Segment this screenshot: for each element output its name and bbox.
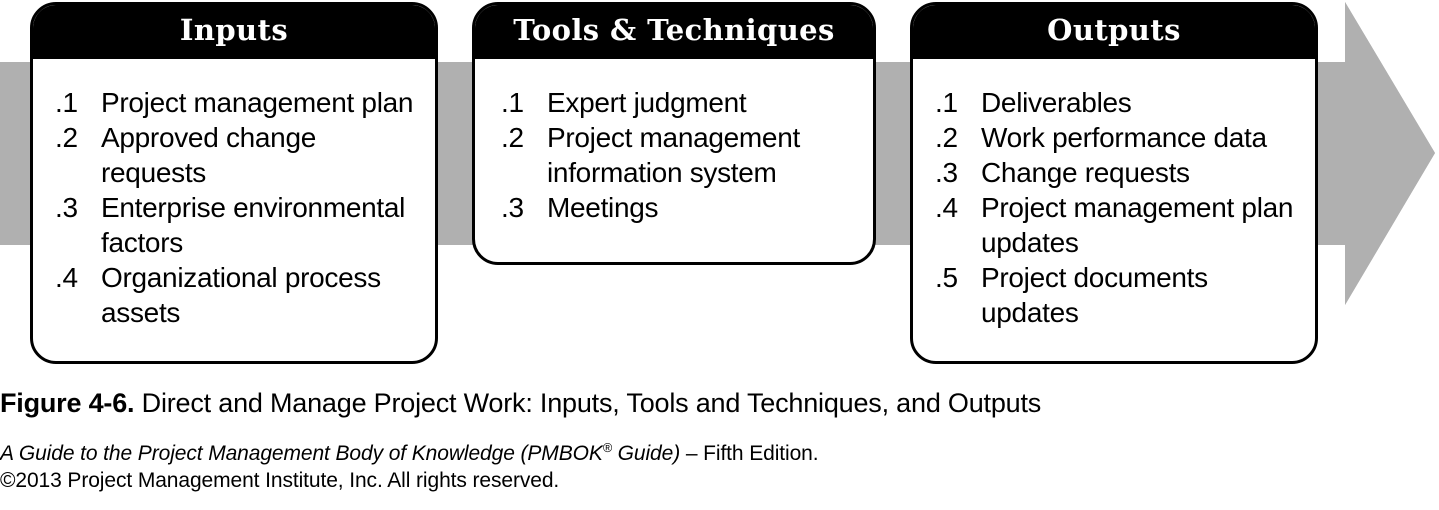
source-edition: – Fifth Edition.: [680, 442, 819, 465]
item-number: .3: [935, 157, 958, 188]
item-label: Work performance data: [981, 122, 1267, 153]
item-label: Project management plan updates: [981, 192, 1294, 258]
list-item: .3 Change requests: [935, 155, 1305, 190]
box-body-tools-and-techniques: .1 Expert judgment .2 Project management…: [475, 59, 873, 235]
item-label: Meetings: [547, 192, 659, 223]
arrow-head: [1345, 2, 1435, 305]
item-label: Expert judgment: [547, 87, 747, 118]
list-item: .2 Approved change requests: [55, 120, 425, 190]
box-body-inputs: .1 Project management plan .2 Approved c…: [33, 59, 435, 340]
item-number: .4: [935, 192, 958, 223]
list-item: .1 Expert judgment: [501, 85, 863, 120]
item-label: Deliverables: [981, 87, 1132, 118]
registered-trademark-icon: ®: [602, 441, 612, 455]
source-title-line: A Guide to the Project Management Body o…: [0, 435, 1439, 467]
list-item: .1 Project management plan: [55, 85, 425, 120]
list-item: .2 Work performance data: [935, 120, 1305, 155]
source-publication-title: A Guide to the Project Management Body o…: [0, 441, 681, 465]
process-box-inputs: Inputs .1 Project management plan .2 App…: [30, 2, 438, 364]
source-title-part2: Guide): [611, 442, 681, 465]
item-list-inputs: .1 Project management plan .2 Approved c…: [55, 85, 425, 330]
caption-block: Figure 4-6. Direct and Manage Project Wo…: [0, 386, 1439, 494]
item-label: Enterprise environmental factors: [101, 192, 406, 258]
item-list-tools-and-techniques: .1 Expert judgment .2 Project management…: [501, 85, 863, 225]
list-item: .4 Project management plan updates: [935, 190, 1305, 260]
figure-caption: Figure 4-6. Direct and Manage Project Wo…: [0, 386, 1439, 420]
source-block: A Guide to the Project Management Body o…: [0, 435, 1439, 494]
item-label: Organizational process assets: [101, 262, 381, 328]
item-label: Approved change requests: [101, 122, 317, 188]
list-item: .3 Enterprise environmental factors: [55, 190, 425, 260]
item-number: .5: [935, 262, 958, 293]
arrow-head-tip: [1345, 2, 1435, 305]
box-body-outputs: .1 Deliverables .2 Work performance data…: [913, 59, 1315, 340]
item-number: .3: [55, 192, 78, 223]
copyright-line: ©2013 Project Management Institute, Inc.…: [0, 469, 560, 492]
item-number: .3: [501, 192, 524, 223]
process-box-tools-and-techniques: Tools & Techniques .1 Expert judgment .2…: [472, 2, 876, 265]
item-number: .1: [501, 87, 524, 118]
box-title-inputs: Inputs: [33, 5, 435, 59]
item-label: Project management information system: [547, 122, 800, 188]
source-title-part1: A Guide to the Project Management Body o…: [0, 442, 603, 465]
item-number: .1: [935, 87, 958, 118]
box-title-tools-and-techniques: Tools & Techniques: [475, 5, 873, 59]
list-item: .2 Project management information system: [501, 120, 863, 190]
list-item: .3 Meetings: [501, 190, 863, 225]
list-item: .1 Deliverables: [935, 85, 1305, 120]
list-item: .5 Project documents updates: [935, 260, 1305, 330]
item-list-outputs: .1 Deliverables .2 Work performance data…: [935, 85, 1305, 330]
item-label: Project management plan: [101, 87, 414, 118]
figure-caption-text: Direct and Manage Project Work: Inputs, …: [141, 388, 1042, 418]
process-box-outputs: Outputs .1 Deliverables .2 Work performa…: [910, 2, 1318, 364]
item-number: .2: [55, 122, 78, 153]
item-number: .4: [55, 262, 78, 293]
item-label: Change requests: [981, 157, 1190, 188]
item-number: .1: [55, 87, 78, 118]
item-label: Project documents updates: [981, 262, 1208, 328]
box-title-outputs: Outputs: [913, 5, 1315, 59]
item-number: .2: [501, 122, 524, 153]
figure-number-label: Figure 4-6.: [0, 388, 135, 418]
item-number: .2: [935, 122, 958, 153]
list-item: .4 Organizational process assets: [55, 260, 425, 330]
